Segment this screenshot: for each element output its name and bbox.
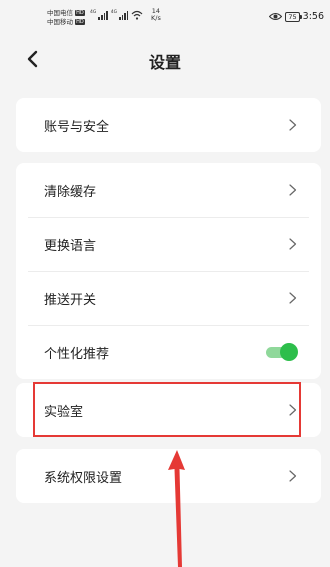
net-speed-unit: K/s bbox=[151, 14, 161, 22]
lab-item[interactable]: 实验室 bbox=[16, 383, 321, 437]
page-title: 设置 bbox=[148, 53, 181, 72]
chevron-right-icon bbox=[289, 184, 297, 196]
carrier-2-name: 中国移动 bbox=[47, 18, 73, 26]
settings-group-general: 清除缓存 更换语言 推送开关 个性化推荐 bbox=[16, 163, 321, 379]
net-speed: 14 K/s bbox=[151, 8, 161, 22]
lab-label: 实验室 bbox=[44, 404, 84, 420]
system-permissions-label: 系统权限设置 bbox=[44, 470, 123, 486]
personalized-recommendation-item: 个性化推荐 bbox=[16, 325, 321, 379]
clock-time: 3:56 bbox=[302, 11, 324, 22]
signal-indicators: 4G 4G bbox=[90, 10, 143, 20]
push-switch-label: 推送开关 bbox=[44, 292, 97, 308]
battery-level: 75 bbox=[288, 12, 297, 21]
chevron-right-icon bbox=[289, 470, 297, 482]
clear-cache-item[interactable]: 清除缓存 bbox=[16, 163, 321, 217]
carrier-1-name: 中国电信 bbox=[47, 9, 73, 17]
account-security-item[interactable]: 账号与安全 bbox=[16, 98, 321, 152]
personalized-recommendation-toggle[interactable] bbox=[266, 343, 298, 361]
signal-1-icon: 4G bbox=[90, 10, 108, 20]
chevron-right-icon bbox=[289, 238, 297, 250]
battery-icon: 75 bbox=[285, 11, 302, 22]
wifi-icon bbox=[132, 10, 143, 20]
page-header: 设置 bbox=[0, 38, 330, 82]
eye-icon bbox=[269, 12, 283, 21]
signal-tag: 4G bbox=[110, 10, 118, 15]
push-switch-item[interactable]: 推送开关 bbox=[16, 271, 321, 325]
hd-badge: HD bbox=[75, 10, 85, 16]
signal-2-icon: 4G bbox=[111, 10, 129, 20]
change-language-item[interactable]: 更换语言 bbox=[16, 217, 321, 271]
chevron-right-icon bbox=[289, 292, 297, 304]
carrier-info: 中国电信 HD 中国移动 HD bbox=[47, 9, 85, 27]
account-security-label: 账号与安全 bbox=[44, 119, 110, 135]
chevron-right-icon bbox=[289, 404, 297, 416]
status-bar: 中国电信 HD 中国移动 HD 4G 4G 14 K/s 75 3:56 bbox=[0, 0, 330, 34]
settings-group-permissions: 系统权限设置 bbox=[16, 449, 321, 503]
change-language-label: 更换语言 bbox=[44, 238, 97, 254]
clear-cache-label: 清除缓存 bbox=[44, 184, 97, 200]
toggle-knob bbox=[280, 343, 298, 361]
signal-tag: 4G bbox=[90, 10, 97, 15]
system-permissions-item[interactable]: 系统权限设置 bbox=[16, 449, 321, 503]
personalized-recommendation-label: 个性化推荐 bbox=[44, 346, 110, 362]
settings-group-lab: 实验室 bbox=[16, 383, 321, 437]
settings-group-account: 账号与安全 bbox=[16, 98, 321, 152]
hd-badge: HD bbox=[75, 19, 85, 25]
status-right: 75 3:56 bbox=[269, 11, 324, 22]
chevron-right-icon bbox=[289, 119, 297, 131]
